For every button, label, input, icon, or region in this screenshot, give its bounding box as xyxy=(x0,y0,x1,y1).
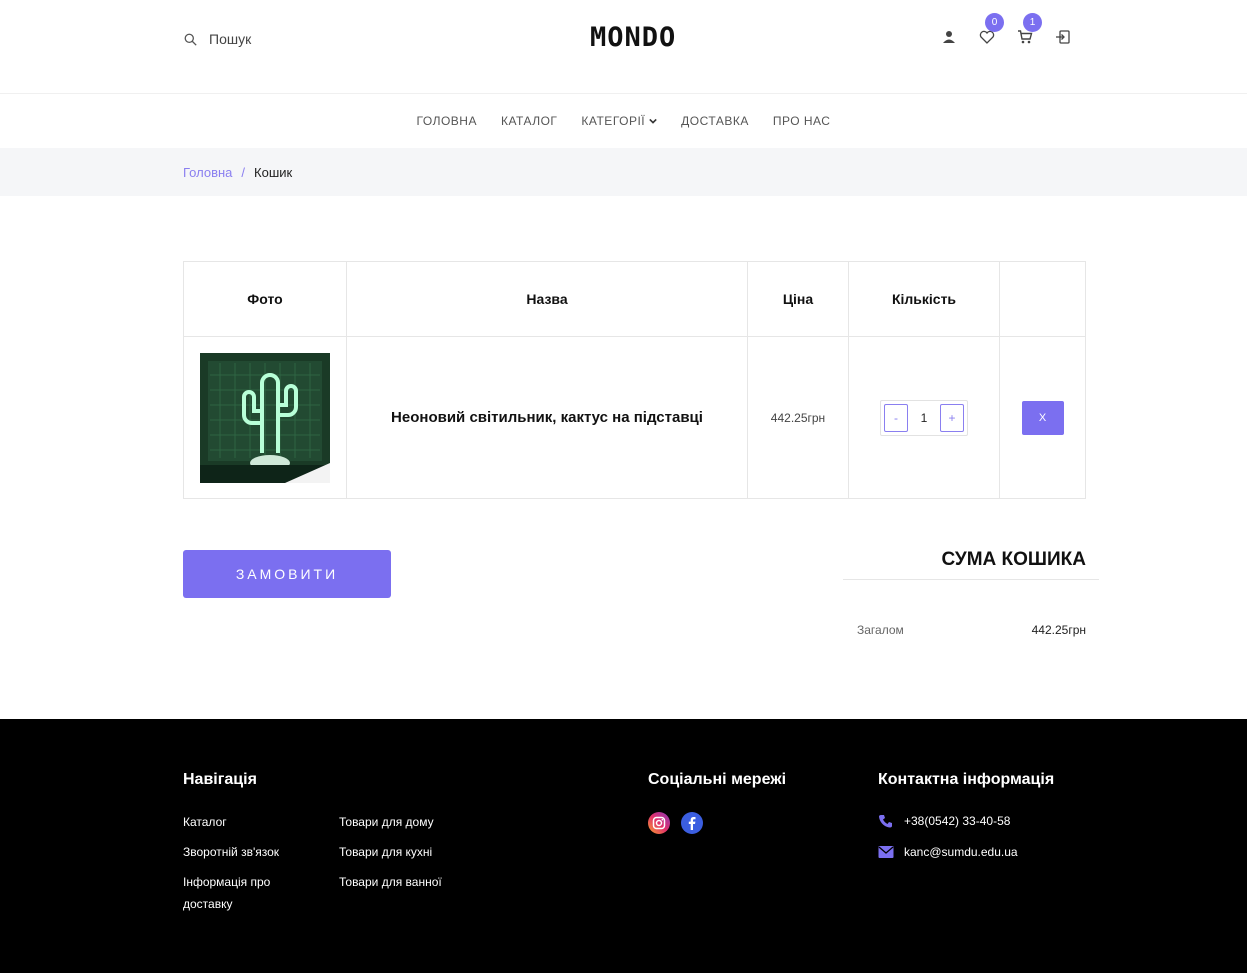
footer-link-delivery-info[interactable]: Інформація про доставку xyxy=(183,871,293,915)
footer-link-feedback[interactable]: Зворотній зв'язок xyxy=(183,841,279,863)
contact-email-text: kanc@sumdu.edu.ua xyxy=(904,845,1018,859)
remove-item-button[interactable]: X xyxy=(1021,400,1064,435)
instagram-icon xyxy=(652,816,666,830)
envelope-icon xyxy=(878,846,894,858)
product-price: 442.25грн xyxy=(770,410,826,425)
nav-item-about[interactable]: ПРО НАС xyxy=(773,114,831,128)
search-icon xyxy=(184,33,197,46)
user-icon xyxy=(943,31,955,43)
contact-phone-text: +38(0542) 33-40-58 xyxy=(904,814,1011,828)
footer-link-kitchen-goods[interactable]: Товари для кухні xyxy=(339,841,432,863)
footer-link-bathroom-goods[interactable]: Товари для ванної xyxy=(339,871,442,893)
product-name-cell: Неоновий світильник, кактус на підставці xyxy=(346,336,748,499)
column-header-photo: Фото xyxy=(183,261,347,337)
product-name[interactable]: Неоновий світильник, кактус на підставці xyxy=(391,409,703,426)
quantity-increase-button[interactable]: + xyxy=(940,403,964,432)
table-row: Неоновий світильник, кактус на підставці… xyxy=(183,336,1086,499)
nav-item-categories[interactable]: КАТЕГОРІЇ xyxy=(581,114,657,128)
chevron-down-icon xyxy=(649,118,657,124)
nav-item-catalog[interactable]: КАТАЛОГ xyxy=(501,114,557,128)
phone-icon xyxy=(879,815,892,828)
contact-phone[interactable]: +38(0542) 33-40-58 xyxy=(878,814,1010,828)
facebook-icon xyxy=(688,817,696,830)
order-button[interactable]: ЗАМОВИТИ xyxy=(183,550,391,598)
sign-in-icon xyxy=(1056,30,1070,44)
footer-social-title: Соціальні мережі xyxy=(648,771,787,788)
facebook-link[interactable] xyxy=(681,812,703,834)
column-header-name: Назва xyxy=(346,261,748,337)
header-icons: 0 1 xyxy=(940,13,1072,46)
table-header-row: Фото Назва Ціна Кількість xyxy=(183,261,1086,337)
column-header-price: Ціна xyxy=(747,261,849,337)
footer-link-catalog[interactable]: Каталог xyxy=(183,811,227,833)
search-label: Пошук xyxy=(209,31,252,47)
cart-total-value: 442.25грн xyxy=(1031,623,1086,637)
wishlist-button[interactable]: 0 xyxy=(978,13,1004,46)
product-remove-cell: X xyxy=(999,336,1086,499)
cart-table: Фото Назва Ціна Кількість Неоновий світи… xyxy=(183,261,1086,499)
breadcrumb: Головна / Кошик xyxy=(0,148,1247,196)
breadcrumb-home[interactable]: Головна xyxy=(183,165,232,180)
nav-item-categories-label: КАТЕГОРІЇ xyxy=(581,114,646,128)
quantity-decrease-button[interactable]: - xyxy=(884,403,908,432)
breadcrumb-separator: / xyxy=(241,164,246,180)
site-logo[interactable]: MONDO xyxy=(590,22,676,53)
search-toggle[interactable]: Пошук xyxy=(184,31,251,47)
footer-contact-title: Контактна інформація xyxy=(878,771,1055,788)
product-price-cell: 442.25грн xyxy=(747,336,849,499)
site-footer: Навігація Каталог Зворотній зв'язок Інфо… xyxy=(0,719,1247,973)
wishlist-count-badge: 0 xyxy=(985,13,1004,32)
main-nav: ГОЛОВНА КАТАЛОГ КАТЕГОРІЇ ДОСТАВКА ПРО Н… xyxy=(0,94,1247,148)
column-header-remove xyxy=(999,261,1086,337)
product-image[interactable] xyxy=(200,352,330,483)
logo-text: MONDO xyxy=(590,22,677,53)
summary-divider xyxy=(843,579,1099,580)
nav-item-home[interactable]: ГОЛОВНА xyxy=(417,114,477,128)
nav-item-delivery[interactable]: ДОСТАВКА xyxy=(681,114,749,128)
quantity-input[interactable] xyxy=(916,410,932,425)
product-photo-cell xyxy=(183,336,347,499)
cart-total-row: Загалом 442.25грн xyxy=(857,623,1086,637)
breadcrumb-current: Кошик xyxy=(254,164,293,180)
cart-count-badge: 1 xyxy=(1023,13,1042,32)
footer-link-home-goods[interactable]: Товари для дому xyxy=(339,811,434,833)
cart-total-title: СУМА КОШИКА xyxy=(941,549,1086,570)
cart-button[interactable]: 1 xyxy=(1016,13,1042,46)
instagram-link[interactable] xyxy=(648,812,670,834)
login-button[interactable] xyxy=(1054,28,1072,46)
footer-nav-title: Навігація xyxy=(183,771,257,788)
column-header-quantity: Кількість xyxy=(848,261,1000,337)
contact-email[interactable]: kanc@sumdu.edu.ua xyxy=(878,845,1018,859)
product-quantity-cell: - + xyxy=(848,336,1000,499)
site-header: Пошук MONDO 0 1 xyxy=(0,0,1247,94)
quantity-stepper: - + xyxy=(880,399,968,436)
cart-total-label: Загалом xyxy=(857,623,904,637)
account-button[interactable] xyxy=(940,28,958,46)
